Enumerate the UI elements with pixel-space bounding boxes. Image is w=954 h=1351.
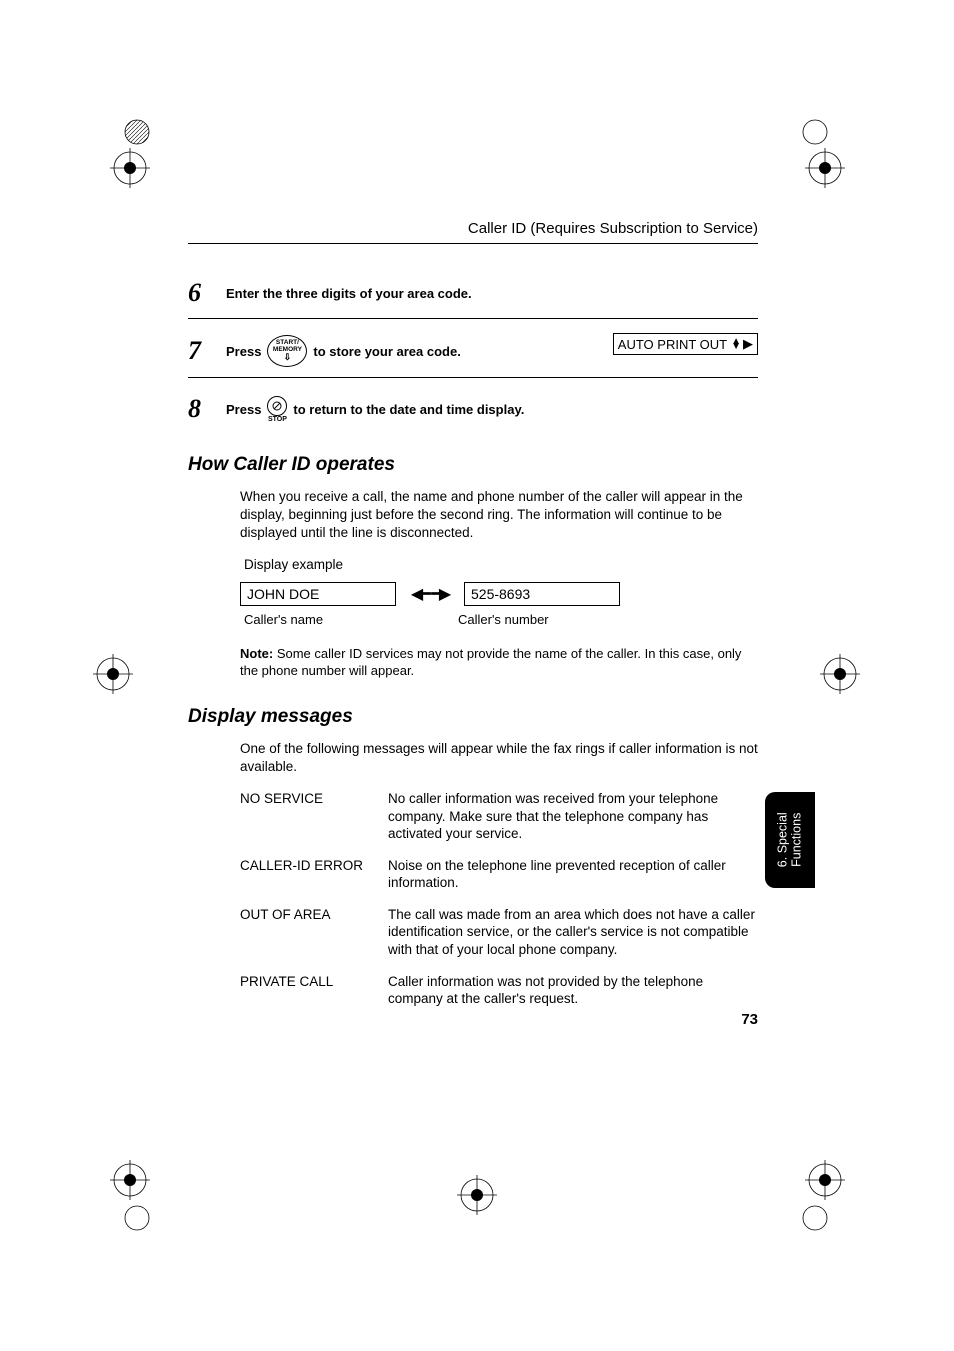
down-arrow-icon: ⇩: [284, 353, 292, 362]
note-body: Some caller ID services may not provide …: [240, 646, 741, 679]
note-label: Note:: [240, 646, 273, 661]
message-row: NO SERVICE No caller information was rec…: [240, 790, 758, 843]
start-memory-button-icon: START/ MEMORY ⇩: [267, 335, 307, 367]
corner-tr: [801, 118, 829, 146]
page-header: Caller ID (Requires Subscription to Serv…: [188, 220, 758, 237]
reg-mark-mr: [820, 654, 860, 694]
display-captions: Caller's name Caller's number: [244, 612, 758, 627]
section-body: When you receive a call, the name and ph…: [240, 488, 758, 543]
message-desc: Caller information was not provided by t…: [388, 973, 758, 1008]
reg-mark-ml: [93, 654, 133, 694]
message-label: OUT OF AREA: [240, 906, 388, 959]
caller-name-caption: Caller's name: [244, 612, 458, 627]
step-6: 6 Enter the three digits of your area co…: [188, 262, 758, 319]
reg-mark-bl: [110, 1160, 150, 1200]
step-text: Press START/ MEMORY ⇩ to store your area…: [226, 335, 461, 367]
display-example-label: Display example: [244, 557, 758, 572]
step-after-text: to return to the date and time display.: [293, 402, 524, 417]
reg-mark-tr: [805, 148, 845, 188]
step-number: 6: [188, 278, 216, 308]
chapter-tab-text: 6. Special Functions: [776, 813, 804, 868]
step-text: Press STOP to return to the date and tim…: [226, 396, 524, 423]
caller-number-box: 525-8693: [464, 582, 620, 606]
stop-label: STOP: [268, 416, 287, 423]
message-desc: No caller information was received from …: [388, 790, 758, 843]
step-text: Enter the three digits of your area code…: [226, 286, 472, 301]
section-intro: One of the following messages will appea…: [240, 740, 758, 776]
stop-button-icon: STOP: [267, 396, 287, 423]
corner-br: [801, 1204, 829, 1232]
lcd-text: AUTO PRINT OUT: [618, 337, 727, 352]
section-heading-display-messages: Display messages: [188, 706, 758, 728]
message-row: OUT OF AREA The call was made from an ar…: [240, 906, 758, 959]
page-number: 73: [741, 1011, 758, 1028]
caller-name-box: JOHN DOE: [240, 582, 396, 606]
reg-mark-tl: [110, 148, 150, 188]
up-down-icon: ▲▼: [731, 339, 741, 349]
message-row: CALLER-ID ERROR Noise on the telephone l…: [240, 857, 758, 892]
message-table: NO SERVICE No caller information was rec…: [240, 790, 758, 1007]
display-example: JOHN DOE ◀━ ━▶ 525-8693: [240, 582, 758, 606]
note-paragraph: Note: Some caller ID services may not pr…: [240, 645, 758, 680]
right-triangle-icon: ▶: [743, 336, 753, 352]
step-number: 7: [188, 336, 216, 366]
corner-tl: [123, 118, 151, 146]
message-label: NO SERVICE: [240, 790, 388, 843]
section-heading-how-operates: How Caller ID operates: [188, 454, 758, 476]
press-label: Press: [226, 402, 261, 417]
message-desc: The call was made from an area which doe…: [388, 906, 758, 959]
message-label: CALLER-ID ERROR: [240, 857, 388, 892]
press-label: Press: [226, 344, 261, 359]
step-after-text: to store your area code.: [313, 344, 460, 359]
lcd-display: AUTO PRINT OUT ▲▼ ▶: [613, 333, 758, 355]
double-arrow-icon: ◀━ ━▶: [396, 584, 464, 604]
reg-mark-br: [805, 1160, 845, 1200]
page-content: Caller ID (Requires Subscription to Serv…: [188, 220, 758, 1022]
stop-circle-icon: [267, 396, 287, 416]
message-desc: Noise on the telephone line prevented re…: [388, 857, 758, 892]
caller-number-caption: Caller's number: [458, 612, 549, 627]
message-row: PRIVATE CALL Caller information was not …: [240, 973, 758, 1008]
chapter-tab: 6. Special Functions: [765, 792, 815, 888]
reg-mark-bc: [457, 1175, 497, 1215]
step-number: 8: [188, 394, 216, 424]
message-label: PRIVATE CALL: [240, 973, 388, 1008]
corner-bl: [123, 1204, 151, 1232]
step-8: 8 Press STOP to return to the date and t…: [188, 378, 758, 428]
step-7: 7 Press START/ MEMORY ⇩ to store your ar…: [188, 319, 758, 378]
